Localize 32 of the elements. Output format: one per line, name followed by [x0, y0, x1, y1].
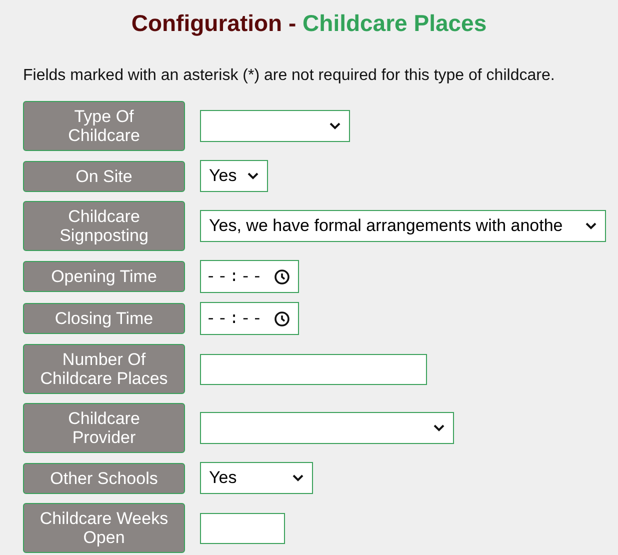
field-label: Childcare Signposting	[23, 201, 185, 251]
field-label: Other Schools	[23, 462, 185, 494]
field-label: Childcare Provider	[23, 403, 185, 453]
dropdown[interactable]: Yes	[200, 160, 268, 192]
dropdown-value: Yes	[209, 467, 237, 490]
dropdown-value: Yes	[209, 165, 237, 188]
text-field[interactable]	[200, 512, 285, 544]
chevron-down-icon	[247, 172, 259, 180]
field-label: Opening Time	[23, 261, 185, 292]
dropdown[interactable]: Yes	[200, 462, 313, 494]
chevron-down-icon	[433, 424, 445, 432]
clock-icon	[274, 310, 290, 326]
time-field[interactable]: --:--	[200, 260, 299, 293]
chevron-down-icon	[292, 474, 304, 482]
time-field[interactable]: --:--	[200, 302, 299, 335]
field-label: On Site	[23, 160, 185, 192]
dropdown[interactable]	[200, 110, 350, 142]
dropdown-value: Yes, we have formal arrangements with anothe	[209, 215, 563, 238]
dropdown[interactable]: Yes, we have formal arrangements with anothe	[200, 210, 606, 242]
chevron-down-icon	[585, 222, 597, 230]
info-text: Fields marked with an asterisk (*) are not required for this type of childcare.	[22, 66, 556, 86]
field-label: Number Of Childcare Places	[23, 344, 185, 394]
field-label: Childcare Weeks Open	[23, 503, 185, 553]
time-placeholder: --:--	[206, 308, 264, 330]
field-label: Type Of Childcare	[23, 101, 185, 151]
page-title: Configuration - Childcare Places	[130, 9, 488, 38]
chevron-down-icon	[329, 122, 341, 130]
dropdown[interactable]	[200, 412, 454, 444]
text-field[interactable]	[200, 354, 427, 384]
time-placeholder: --:--	[206, 266, 264, 288]
field-label: Closing Time	[23, 303, 185, 334]
clock-icon	[274, 268, 290, 284]
